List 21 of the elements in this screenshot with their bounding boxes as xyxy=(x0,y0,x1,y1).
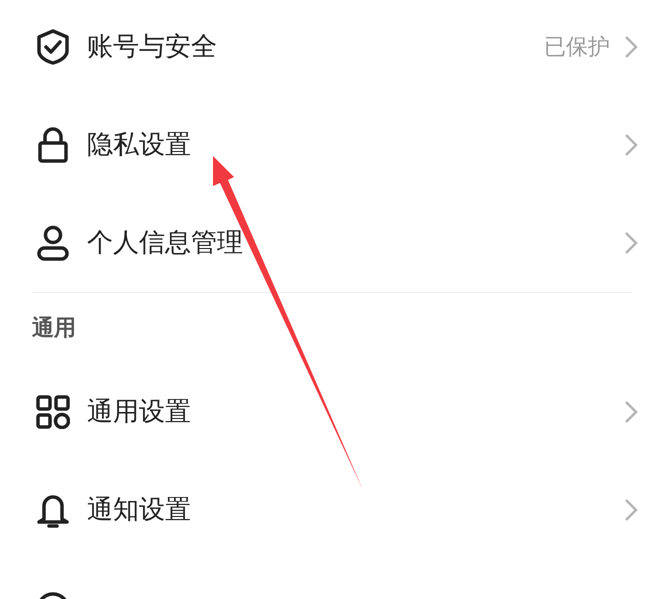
lock-icon xyxy=(37,127,69,163)
status-value: 已保护 xyxy=(544,34,610,62)
setting-label: 隐私设置 xyxy=(87,128,192,162)
settings-row[interactable]: 个人信息管理 xyxy=(0,194,664,292)
setting-label: 账号与安全 xyxy=(87,30,218,64)
person-icon xyxy=(36,225,70,261)
section-header: 通用 xyxy=(32,314,76,342)
settings-row[interactable]: 隐私设置 xyxy=(0,96,664,194)
setting-label: 通知设置 xyxy=(87,494,192,526)
chevron-right-icon xyxy=(624,35,638,59)
grid-icon xyxy=(36,395,70,429)
setting-label: 通用设置 xyxy=(87,396,192,428)
settings-row[interactable]: 通知设置 xyxy=(0,461,664,559)
shield-check-icon xyxy=(36,29,70,65)
chevron-right-icon xyxy=(624,133,638,157)
chevron-right-icon xyxy=(624,231,638,255)
chevron-right-icon xyxy=(624,400,638,424)
setting-label: 个人信息管理 xyxy=(87,226,244,260)
settings-row[interactable]: 通用设置 xyxy=(0,363,664,461)
chevron-right-icon xyxy=(624,498,638,522)
settings-row[interactable]: 账号与安全 已保护 xyxy=(0,0,664,96)
